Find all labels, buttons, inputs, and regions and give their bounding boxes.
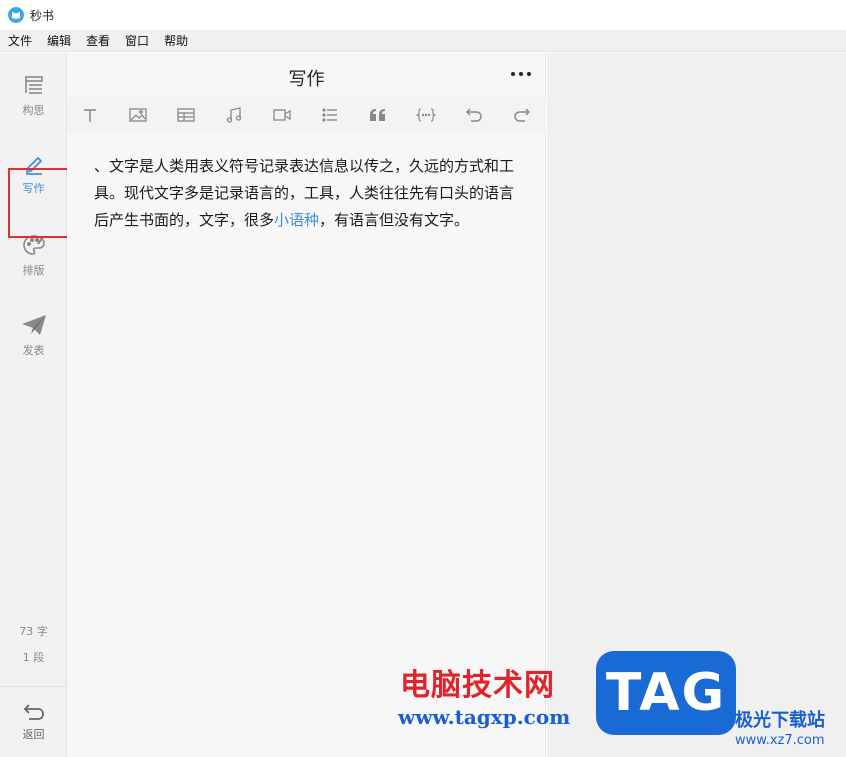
watermark-site-url: www.xz7.com bbox=[735, 733, 825, 748]
undo-button[interactable] bbox=[463, 105, 485, 125]
menu-window[interactable]: 窗口 bbox=[123, 31, 151, 50]
menu-view[interactable]: 查看 bbox=[84, 31, 112, 50]
app-title: 秒书 bbox=[30, 8, 55, 23]
app-logo-icon bbox=[8, 7, 24, 23]
document-body[interactable]: 、文字是人类用表义符号记录表达信息以传之，久远的方式和工具。现代文字多是记录语言… bbox=[94, 153, 524, 234]
code-icon bbox=[416, 108, 436, 122]
inline-link[interactable]: 小语种 bbox=[274, 211, 319, 229]
menu-bar: 文件 编辑 查看 窗口 帮助 bbox=[0, 30, 846, 52]
paper-plane-icon bbox=[21, 315, 46, 335]
menu-file[interactable]: 文件 bbox=[6, 31, 34, 50]
watermark-title: 电脑技术网 bbox=[400, 668, 555, 703]
menu-help[interactable]: 帮助 bbox=[162, 31, 190, 50]
paragraph-text: ，有语言但没有文字。 bbox=[319, 211, 470, 229]
watermark-url: www.tagxp.com bbox=[398, 705, 571, 729]
quote-icon bbox=[370, 109, 385, 121]
sidebar-item-layout[interactable]: 排版 bbox=[0, 233, 67, 278]
quote-tool-button[interactable] bbox=[367, 105, 389, 125]
music-tool-button[interactable] bbox=[223, 105, 245, 125]
page-title: 写作 bbox=[288, 69, 325, 90]
redo-icon bbox=[514, 108, 530, 122]
video-tool-button[interactable] bbox=[271, 105, 293, 125]
more-dot-icon bbox=[511, 72, 515, 76]
sidebar-item-outline[interactable]: 构思 bbox=[0, 75, 67, 118]
table-tool-button[interactable] bbox=[175, 105, 197, 125]
sidebar-item-publish[interactable]: 发表 bbox=[0, 313, 67, 358]
video-icon bbox=[273, 109, 291, 121]
list-tool-button[interactable] bbox=[319, 105, 341, 125]
image-tool-button[interactable] bbox=[127, 105, 149, 125]
sidebar: 构思 写作 排版 发表 73 字 1 段 返回 bbox=[0, 53, 67, 757]
undo-icon bbox=[466, 108, 482, 122]
redo-button[interactable] bbox=[511, 105, 533, 125]
watermark-badge-text: TAG bbox=[605, 663, 727, 723]
text-icon bbox=[84, 109, 96, 122]
table-icon bbox=[177, 108, 195, 122]
image-icon bbox=[129, 108, 147, 122]
paragraph-count: 1 段 bbox=[22, 651, 45, 664]
menu-edit[interactable]: 编辑 bbox=[45, 31, 73, 50]
sidebar-divider bbox=[0, 686, 67, 687]
back-label: 返回 bbox=[22, 728, 45, 741]
code-tool-button[interactable] bbox=[415, 105, 437, 125]
sidebar-item-label: 排版 bbox=[22, 264, 45, 277]
sidebar-item-label: 构思 bbox=[22, 104, 45, 117]
back-button[interactable]: 返回 bbox=[0, 703, 67, 742]
outline-icon bbox=[24, 76, 43, 94]
music-icon bbox=[226, 107, 242, 123]
more-dot-icon bbox=[527, 72, 531, 76]
list-icon bbox=[322, 108, 337, 122]
editor-pane: 写作 、文字是人类用表义符号记录表达信息以传之，久远的方式和工具。现代文字多是记… bbox=[67, 53, 546, 757]
editor-toolbar bbox=[67, 97, 546, 133]
watermark-badge: TAG bbox=[596, 651, 736, 735]
sidebar-item-label: 发表 bbox=[22, 344, 45, 357]
title-bar: 秒书 bbox=[0, 0, 846, 30]
more-button[interactable] bbox=[511, 67, 531, 81]
text-tool-button[interactable] bbox=[79, 105, 101, 125]
watermark-site-title: 极光下载站 bbox=[735, 710, 825, 731]
word-count: 73 字 bbox=[19, 625, 48, 638]
highlight-box bbox=[8, 168, 75, 238]
back-arrow-icon bbox=[23, 704, 44, 720]
more-dot-icon bbox=[519, 72, 523, 76]
